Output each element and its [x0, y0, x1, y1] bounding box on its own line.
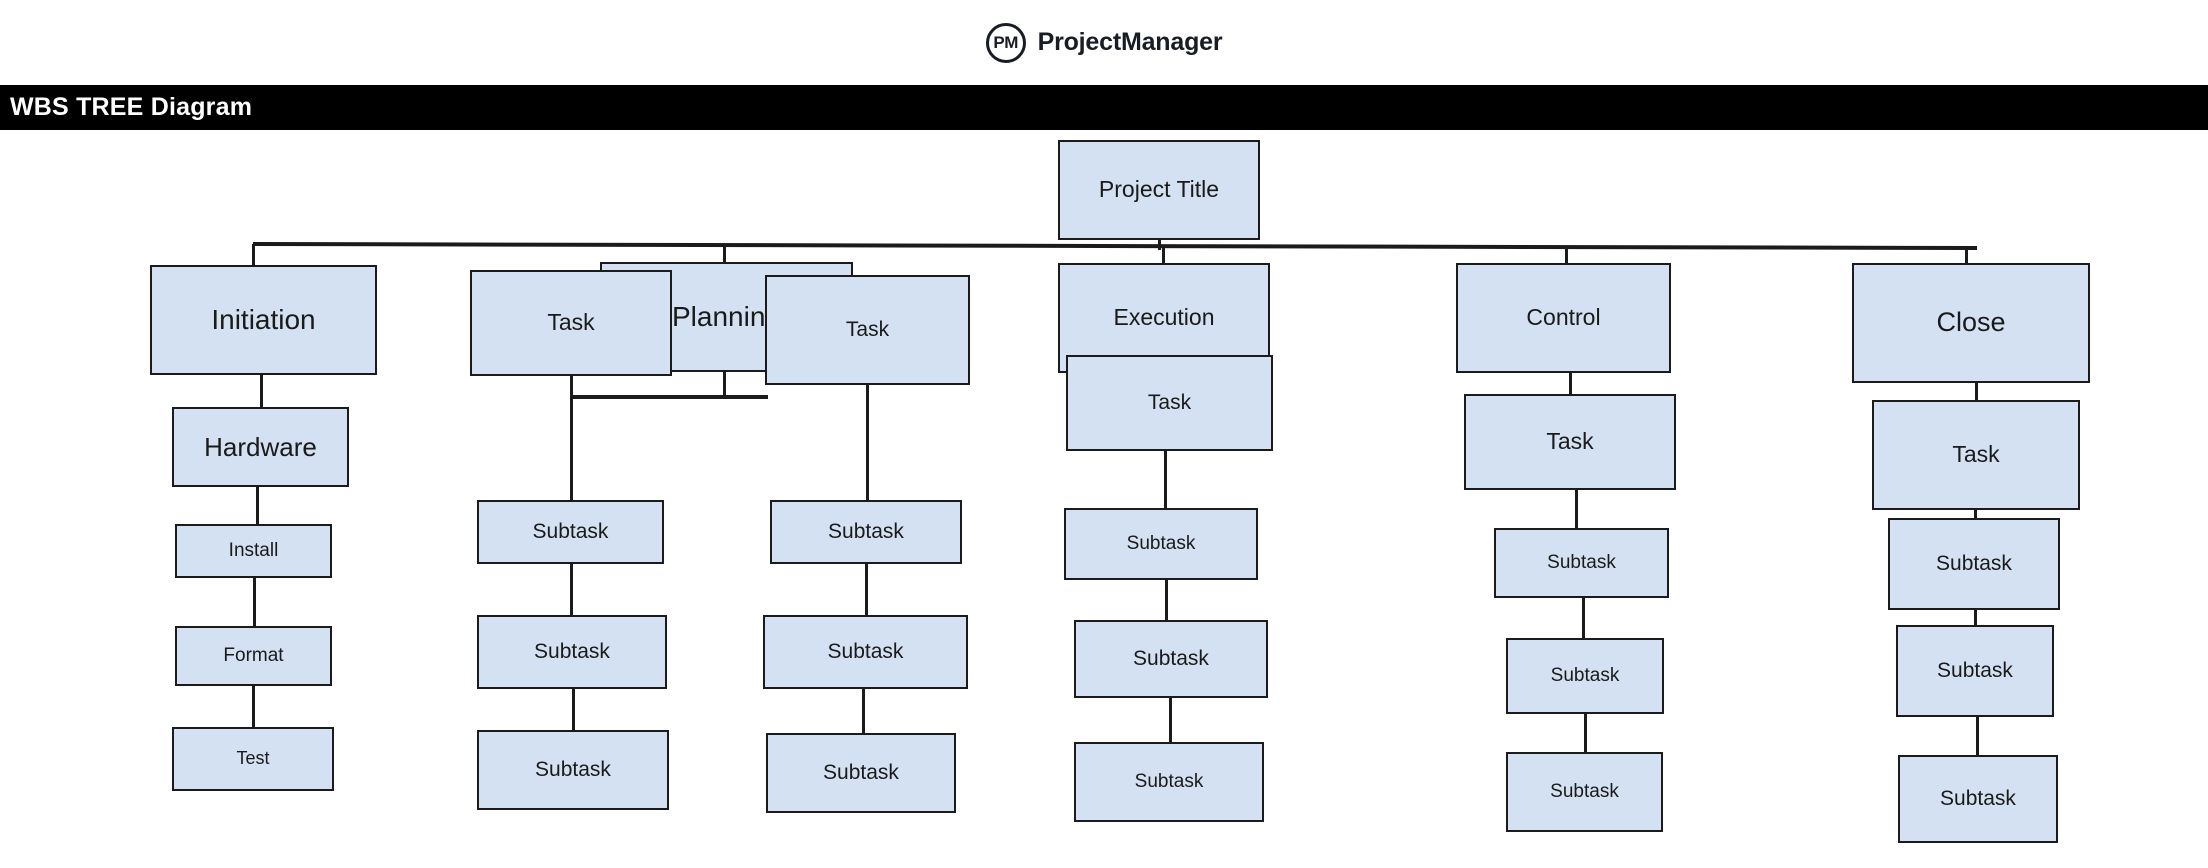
node-label: Subtask [535, 758, 611, 782]
node-close-c1-subtask[interactable]: Subtask [1898, 755, 2058, 843]
connector-node-link [570, 562, 574, 617]
connector-node-link [1583, 712, 1587, 754]
connector-initiation-to-hardware [259, 375, 263, 409]
node-label: Subtask [1940, 787, 2016, 811]
node-label: Subtask [1936, 552, 2012, 576]
node-initiation-c1-format[interactable]: Format [175, 626, 332, 686]
connector-node-link [1574, 488, 1578, 530]
node-label: Test [236, 748, 270, 769]
connector-node-link [1582, 596, 1586, 640]
node-execution-c1-task[interactable]: Task [1066, 355, 1273, 451]
connector-node-link [862, 687, 866, 735]
connector-spine-to-initiation [252, 244, 255, 267]
node-label: Execution [1113, 304, 1215, 331]
node-label: Subtask [1126, 532, 1196, 554]
page-title: WBS TREE Diagram [10, 93, 253, 121]
node-label: Format [223, 644, 284, 666]
node-initiation-c1-hardware[interactable]: Hardware [172, 407, 349, 487]
node-label: Task [845, 318, 890, 342]
node-branch-initiation[interactable]: Initiation [150, 265, 377, 375]
node-control-c1-task[interactable]: Task [1464, 394, 1676, 490]
node-label: Hardware [204, 431, 317, 462]
connector-node-link [569, 374, 573, 502]
node-label: Task [1147, 391, 1192, 415]
node-label: Subtask [1550, 780, 1619, 802]
node-label: Close [1936, 307, 2006, 338]
wbs-tree-diagram: Project Title Initiation Hardware Install Fo… [0, 130, 2208, 868]
node-planning-c2-subtask[interactable]: Subtask [770, 500, 962, 564]
node-planning-c1-subtask[interactable]: Subtask [477, 730, 669, 810]
brand-lockup: PM ProjectManager [985, 22, 1223, 63]
node-label: Task [547, 309, 595, 336]
node-label: Subtask [828, 520, 904, 544]
connector-node-link [571, 687, 575, 732]
connector-node-link [252, 684, 256, 729]
connector-node-link [865, 383, 869, 502]
connector-node-link [1165, 578, 1168, 622]
node-label: Subtask [532, 520, 609, 544]
connector-node-link [864, 562, 868, 617]
node-execution-c1-subtask[interactable]: Subtask [1074, 742, 1264, 822]
node-planning-c2-task[interactable]: Task [765, 275, 970, 385]
node-label: Initiation [211, 303, 316, 335]
connector-node-link [1975, 715, 1979, 757]
node-planning-c2-subtask[interactable]: Subtask [766, 733, 956, 813]
node-label: Subtask [1550, 664, 1620, 686]
node-label: Subtask [823, 761, 899, 785]
node-planning-c1-subtask[interactable]: Subtask [477, 500, 664, 564]
connector-root-drop [1158, 240, 1161, 250]
node-label: Task [1546, 428, 1594, 455]
brand-name: ProjectManager [1037, 28, 1223, 56]
title-bar: WBS TREE Diagram [0, 85, 2208, 130]
connector-node-link [1164, 449, 1168, 510]
node-initiation-c1-test[interactable]: Test [172, 727, 334, 791]
node-label: Control [1526, 304, 1601, 331]
brand-mark-text: PM [993, 33, 1018, 52]
node-execution-c1-subtask[interactable]: Subtask [1074, 620, 1268, 698]
node-initiation-c1-install[interactable]: Install [175, 524, 332, 578]
node-control-c1-subtask[interactable]: Subtask [1494, 528, 1669, 598]
node-control-c1-subtask[interactable]: Subtask [1506, 752, 1663, 832]
node-execution-c1-subtask[interactable]: Subtask [1064, 508, 1258, 580]
connector-node-link [252, 576, 256, 628]
node-label: Subtask [1937, 659, 2013, 683]
node-branch-close[interactable]: Close [1852, 263, 2090, 383]
node-label: Subtask [827, 640, 904, 664]
node-control-c1-subtask[interactable]: Subtask [1506, 638, 1664, 714]
node-label: Project Title [1098, 176, 1220, 203]
brand-header: PM ProjectManager [0, 0, 2208, 85]
connector-control-to-task [1569, 373, 1572, 396]
node-close-c1-subtask[interactable]: Subtask [1896, 625, 2054, 717]
connector-node-link [256, 485, 259, 526]
node-label: Task [1952, 441, 2000, 468]
node-planning-c1-task[interactable]: Task [470, 270, 672, 376]
connector-node-link [1169, 696, 1172, 744]
connector-planning-split-bar [573, 395, 768, 399]
node-label: Subtask [534, 640, 610, 664]
node-close-c1-subtask[interactable]: Subtask [1888, 518, 2060, 610]
node-root-project-title[interactable]: Project Title [1058, 140, 1260, 240]
node-label: Install [228, 539, 279, 561]
node-branch-control[interactable]: Control [1456, 263, 1671, 373]
node-planning-c1-subtask[interactable]: Subtask [477, 615, 667, 689]
node-label: Subtask [1547, 551, 1616, 573]
node-label: Subtask [1134, 770, 1204, 792]
node-label: Subtask [1133, 647, 1209, 671]
node-close-c1-task[interactable]: Task [1872, 400, 2080, 510]
node-planning-c2-subtask[interactable]: Subtask [763, 615, 968, 689]
pm-circle-logo-icon: PM [985, 22, 1026, 63]
